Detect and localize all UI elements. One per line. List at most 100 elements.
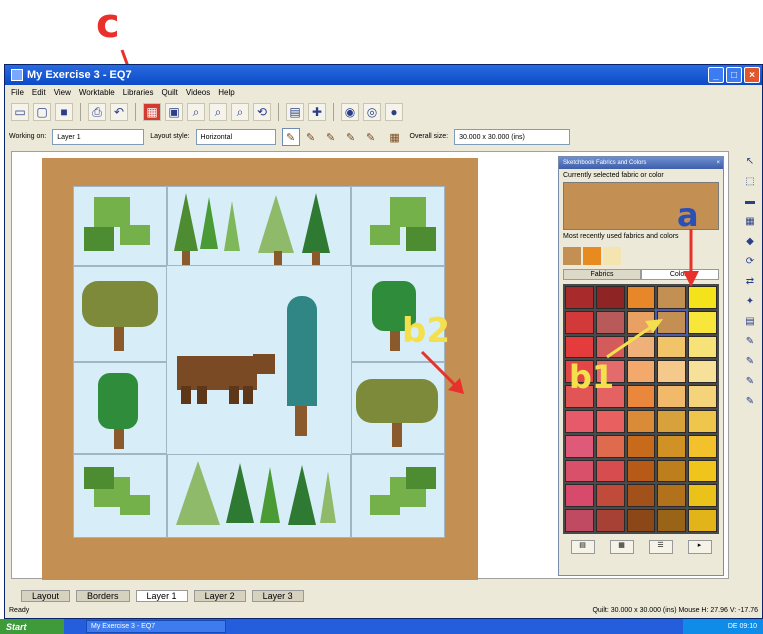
spraycan-tool-icon[interactable]: ✎ [302, 128, 320, 146]
zoom-out-icon[interactable]: ⌕ [209, 103, 227, 121]
close-button[interactable]: × [744, 67, 760, 83]
leaf-block[interactable] [351, 454, 445, 538]
tab-layer-3[interactable]: Layer 3 [251, 590, 304, 602]
paintbrush-icon[interactable]: ✎ [741, 333, 759, 349]
bear-block[interactable] [167, 266, 351, 454]
color-swatch[interactable] [565, 286, 594, 309]
color-swatch[interactable] [657, 509, 687, 532]
library-icon[interactable]: ▦ [143, 103, 161, 121]
recent-color-swatch[interactable] [563, 247, 581, 265]
taskbar-item[interactable]: My Exercise 3 - EQ7 [86, 620, 226, 633]
color-swatch[interactable] [688, 409, 717, 433]
rotate-block-icon[interactable]: ⟳ [741, 253, 759, 269]
adjust-tool-icon[interactable]: ⬚ [741, 173, 759, 189]
menu-edit[interactable]: Edit [32, 88, 46, 97]
palette-list-icon[interactable]: ☰ [648, 540, 673, 554]
graph-pad-icon[interactable]: ▤ [741, 313, 759, 329]
color-swatch[interactable] [657, 409, 687, 433]
round-tree-block[interactable] [73, 362, 167, 454]
color-swatch[interactable] [595, 434, 625, 458]
start-button[interactable]: Start [0, 619, 64, 634]
zoom-fit-icon[interactable]: ⌕ [231, 103, 249, 121]
leaf-block[interactable] [351, 186, 445, 266]
menu-quilt[interactable]: Quilt [161, 88, 177, 97]
tree-block[interactable] [167, 454, 351, 538]
color-swatch[interactable] [595, 286, 625, 309]
palette-more-icon[interactable]: ▸ [687, 540, 712, 554]
color-swatch[interactable] [565, 484, 594, 508]
leaf-block[interactable] [73, 186, 167, 266]
undo-icon[interactable]: ↶ [110, 103, 128, 121]
color-swatch[interactable] [626, 484, 656, 508]
color-swatch[interactable] [595, 509, 625, 532]
tab-fabrics[interactable]: Fabrics [563, 269, 641, 280]
maximize-button[interactable]: □ [726, 67, 742, 83]
tree-block[interactable] [167, 186, 351, 266]
color-swatch[interactable] [626, 459, 656, 483]
menu-libraries[interactable]: Libraries [123, 88, 154, 97]
color-swatch[interactable] [657, 459, 687, 483]
recent-color-swatch[interactable] [583, 247, 601, 265]
color-swatch[interactable] [688, 434, 717, 458]
color-swatch[interactable] [688, 286, 717, 309]
tab-layer-1[interactable]: Layer 1 [135, 590, 188, 602]
color-swatch[interactable] [565, 335, 594, 359]
paintbrush-tool-icon[interactable]: ✎ [281, 128, 300, 146]
menu-videos[interactable]: Videos [186, 88, 210, 97]
swap-icon[interactable]: ✎ [741, 373, 759, 389]
color-swatch[interactable] [565, 434, 594, 458]
refresh-view-icon[interactable]: ⟲ [253, 103, 271, 121]
swap-all-tool-icon[interactable]: ✎ [342, 128, 360, 146]
color-swatch[interactable] [626, 509, 656, 532]
color-swatch[interactable] [626, 385, 656, 408]
color-swatch[interactable] [657, 286, 687, 309]
color-swatch[interactable] [688, 509, 717, 532]
color-swatch[interactable] [595, 459, 625, 483]
color-swatch[interactable] [688, 385, 717, 408]
open-folder-icon[interactable]: ▢ [33, 103, 51, 121]
quilt-design[interactable] [42, 158, 478, 580]
sketchbook-icon[interactable]: ◉ [341, 103, 359, 121]
spraycan-icon[interactable]: ✎ [741, 353, 759, 369]
color-swatch[interactable] [565, 409, 594, 433]
save-icon[interactable]: ■ [55, 103, 73, 121]
color-swatch[interactable] [595, 409, 625, 433]
leaf-block[interactable] [73, 454, 167, 538]
pick-tool-icon[interactable]: ↖ [741, 153, 759, 169]
color-swatch[interactable] [565, 509, 594, 532]
color-swatch[interactable] [688, 310, 717, 334]
color-swatch[interactable] [565, 310, 594, 334]
ruler-tool-icon[interactable]: ▬ [741, 193, 759, 209]
erase-block-icon[interactable]: ◆ [741, 233, 759, 249]
symmetry-icon[interactable]: ✦ [741, 293, 759, 309]
color-swatch[interactable] [688, 360, 717, 384]
color-swatch[interactable] [626, 434, 656, 458]
print-icon[interactable]: ⎙ [88, 103, 106, 121]
color-icon[interactable]: ● [385, 103, 403, 121]
color-swatch[interactable] [657, 484, 687, 508]
tab-layout[interactable]: Layout [21, 590, 71, 602]
eyedropper-icon[interactable]: ✎ [741, 393, 759, 409]
new-project-icon[interactable]: ▭ [11, 103, 29, 121]
eyedropper-tool-icon[interactable]: ✎ [362, 128, 380, 146]
quilt-view-icon[interactable]: ▣ [165, 103, 183, 121]
menu-file[interactable]: File [11, 88, 24, 97]
color-swatch[interactable] [565, 459, 594, 483]
color-swatch[interactable] [626, 286, 656, 309]
print-preview-icon[interactable]: ▤ [286, 103, 304, 121]
color-swatch[interactable] [657, 434, 687, 458]
round-tree-block[interactable] [73, 266, 167, 362]
swap-tool-icon[interactable]: ✎ [322, 128, 340, 146]
color-swatch[interactable] [657, 385, 687, 408]
menu-help[interactable]: Help [218, 88, 234, 97]
set-block-icon[interactable]: ▦ [741, 213, 759, 229]
color-swatch[interactable] [595, 484, 625, 508]
grid-icon[interactable]: ▦ [386, 128, 404, 146]
palette-grid-icon[interactable]: ▦ [609, 540, 634, 554]
color-swatch[interactable] [688, 459, 717, 483]
working-on-select[interactable]: Layer 1 [52, 129, 145, 145]
recent-color-swatch[interactable] [603, 247, 621, 265]
menu-view[interactable]: View [54, 88, 71, 97]
fabrics-icon[interactable]: ◎ [363, 103, 381, 121]
color-swatch[interactable] [626, 409, 656, 433]
